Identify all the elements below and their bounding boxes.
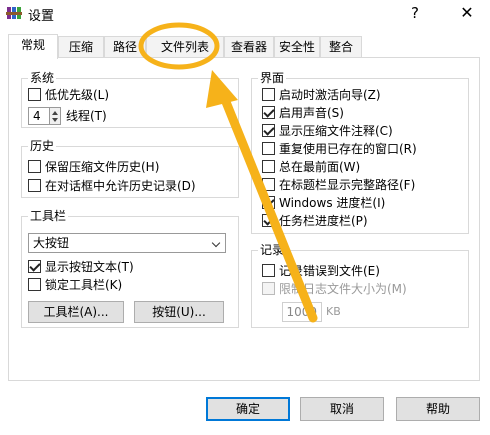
log-size-unit: KB — [326, 305, 341, 318]
taskbar-progress-check[interactable] — [262, 214, 275, 227]
show-text-checkbox[interactable]: 显示按钮文本(T) — [28, 259, 134, 275]
windows-progress-label: Windows 进度栏(I) — [279, 196, 386, 210]
interface-item-wizard[interactable]: 启动时激活向导(Z) — [262, 87, 381, 103]
threads-input[interactable]: 4 — [28, 107, 50, 125]
history-group-title: 历史 — [28, 138, 57, 154]
keep-history-label: 保留压缩文件历史(H) — [45, 160, 160, 174]
log-errors-label: 记录错误到文件(E) — [279, 264, 380, 278]
tab-general[interactable]: 常规 — [8, 34, 58, 59]
log-group-title: 记录 — [258, 242, 287, 258]
log-errors-checkbox[interactable]: 记录错误到文件(E) — [262, 263, 380, 279]
system-group-title: 系统 — [28, 70, 57, 86]
window-title: 设置 — [28, 9, 55, 24]
taskbar-progress-label: 任务栏进度栏(P) — [279, 214, 368, 228]
chevron-down-icon[interactable] — [211, 238, 221, 248]
show-text-label: 显示按钮文本(T) — [45, 260, 134, 274]
stepper-down-icon[interactable] — [52, 118, 58, 122]
keep-history-check[interactable] — [28, 160, 41, 173]
tab-compression[interactable]: 压缩 — [58, 36, 104, 58]
tab-paths[interactable]: 路径 — [104, 36, 146, 58]
tab-integration[interactable]: 整合 — [320, 36, 362, 58]
close-icon[interactable]: ✕ — [444, 0, 490, 26]
comments-check[interactable] — [262, 124, 275, 137]
stepper-up-icon[interactable] — [52, 111, 58, 115]
help-button[interactable]: 帮助 — [396, 397, 480, 421]
dialog-history-label: 在对话框中允许历史记录(D) — [45, 179, 196, 193]
cancel-button[interactable]: 取消 — [300, 397, 384, 421]
limit-size-checkbox: 限制日志文件大小为(M) — [262, 281, 407, 297]
reuse-window-check[interactable] — [262, 142, 275, 155]
toolbar-style-select[interactable]: 大按钮 — [28, 233, 226, 253]
toolbar-group-title: 工具栏 — [28, 208, 69, 224]
log-errors-check[interactable] — [262, 264, 275, 277]
wizard-label: 启动时激活向导(Z) — [279, 88, 381, 102]
log-group: 记录 记录错误到文件(E) 限制日志文件大小为(M) 1000 KB — [251, 242, 469, 328]
wizard-check[interactable] — [262, 88, 275, 101]
dialog-history-checkbox[interactable]: 在对话框中允许历史记录(D) — [28, 178, 196, 194]
interface-group-title: 界面 — [258, 70, 287, 86]
history-group: 历史 保留压缩文件历史(H) 在对话框中允许历史记录(D) — [21, 138, 239, 198]
limit-size-check — [262, 282, 275, 295]
toolbar-settings-button[interactable]: 工具栏(A)... — [28, 301, 124, 323]
reuse-window-label: 重复使用已存在的窗口(R) — [279, 142, 417, 156]
interface-group: 界面 启动时激活向导(Z) 启用声音(S) 显示压缩文件注释(C) 重复使用已存… — [251, 70, 469, 234]
interface-item-sound[interactable]: 启用声音(S) — [262, 105, 344, 121]
buttons-settings-button[interactable]: 按钮(U)... — [134, 301, 224, 323]
keep-history-checkbox[interactable]: 保留压缩文件历史(H) — [28, 159, 159, 175]
title-bar: 设置 ? ✕ — [0, 0, 490, 26]
full-path-label: 在标题栏显示完整路径(F) — [279, 178, 416, 192]
winrar-app-icon — [6, 7, 22, 19]
windows-progress-check[interactable] — [262, 196, 275, 209]
interface-item-always-on-top[interactable]: 总在最前面(W) — [262, 159, 360, 175]
sound-check[interactable] — [262, 106, 275, 119]
help-icon[interactable]: ? — [392, 0, 438, 26]
interface-item-reuse-window[interactable]: 重复使用已存在的窗口(R) — [262, 141, 417, 157]
tab-file-list[interactable]: 文件列表 — [146, 36, 224, 58]
tab-viewer[interactable]: 查看器 — [224, 36, 274, 58]
always-on-top-check[interactable] — [262, 160, 275, 173]
log-size-input: 1000 — [282, 302, 322, 322]
always-on-top-label: 总在最前面(W) — [279, 160, 361, 174]
low-priority-checkbox[interactable]: 低优先级(L) — [28, 87, 109, 103]
interface-item-full-path[interactable]: 在标题栏显示完整路径(F) — [262, 177, 415, 193]
tab-security[interactable]: 安全性 — [274, 36, 320, 58]
lock-toolbar-checkbox[interactable]: 锁定工具栏(K) — [28, 277, 122, 293]
interface-item-taskbar-progress[interactable]: 任务栏进度栏(P) — [262, 213, 368, 229]
lock-toolbar-label: 锁定工具栏(K) — [45, 278, 123, 292]
low-priority-label: 低优先级(L) — [45, 88, 110, 102]
threads-stepper[interactable] — [50, 107, 61, 125]
low-priority-check[interactable] — [28, 88, 41, 101]
comments-label: 显示压缩文件注释(C) — [279, 124, 393, 138]
interface-item-windows-progress[interactable]: Windows 进度栏(I) — [262, 195, 385, 211]
limit-size-label: 限制日志文件大小为(M) — [279, 282, 407, 296]
lock-toolbar-check[interactable] — [28, 278, 41, 291]
toolbar-group: 工具栏 大按钮 显示按钮文本(T) 锁定工具栏(K) 工具栏(A)... 按钮(… — [21, 208, 239, 328]
threads-label: 线程(T) — [66, 109, 107, 123]
system-group: 系统 低优先级(L) 4 线程(T) — [21, 70, 239, 128]
interface-item-comments[interactable]: 显示压缩文件注释(C) — [262, 123, 393, 139]
show-text-check[interactable] — [28, 260, 41, 273]
toolbar-style-value: 大按钮 — [33, 236, 70, 250]
sound-label: 启用声音(S) — [279, 106, 344, 120]
dialog-history-check[interactable] — [28, 179, 41, 192]
full-path-check[interactable] — [262, 178, 275, 191]
general-tab-panel: 系统 低优先级(L) 4 线程(T) 历史 保留压缩文件历史(H) 在对话框中允… — [8, 57, 480, 381]
ok-button[interactable]: 确定 — [206, 397, 290, 421]
